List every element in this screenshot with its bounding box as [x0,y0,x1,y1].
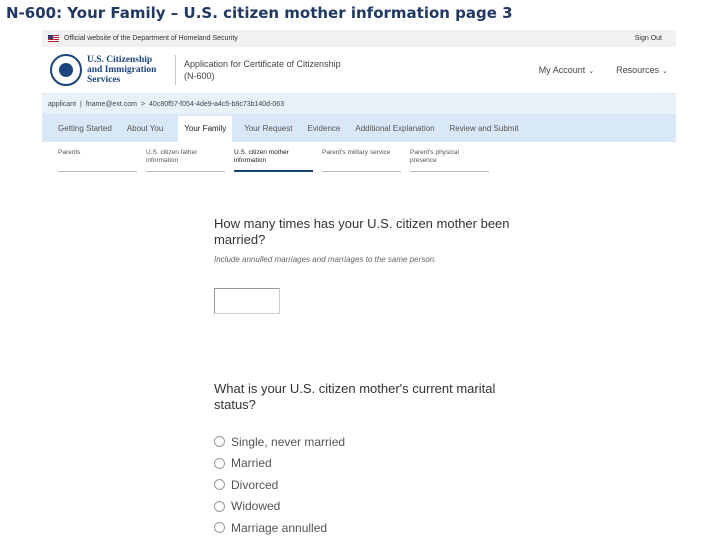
header-divider [175,55,176,85]
subtab-label: Parent's physical [410,149,459,156]
radio-button[interactable] [214,436,225,448]
question-marital-status-title: What is your U.S. citizen mother's curre… [214,381,496,412]
tab-additional-explanation[interactable]: Additional Explanation [355,124,441,142]
subtab-label: Parent's military service [322,149,391,156]
dhs-seal-icon [50,54,82,86]
question-times-married-title: How many times has your U.S. citizen mot… [214,216,510,247]
main-tabs: Getting Started About You Your Family Yo… [42,114,676,142]
radio-label: Divorced [231,477,279,492]
my-account-menu[interactable]: My Account ⌄ [539,65,594,75]
separator: > [140,100,146,108]
radio-option-married[interactable]: Married [214,453,345,475]
subtab-label: U.S. citizen mother [234,149,289,156]
question-marital-status: What is your U.S. citizen mother's curre… [214,381,514,413]
gov-banner: Official website of the Department of Ho… [42,30,676,47]
agency-line-2: and Immigration [87,65,157,75]
radio-label: Single, never married [231,434,346,449]
radio-option-annulled[interactable]: Marriage annulled [214,517,345,539]
tab-your-family[interactable]: Your Family [178,116,233,142]
tab-about-you[interactable]: About You [127,124,170,142]
question-times-married: How many times has your U.S. citizen mot… [214,216,514,264]
subtab-label: information [234,157,267,164]
radio-option-divorced[interactable]: Divorced [214,474,345,496]
resources-menu[interactable]: Resources ⌄ [616,65,668,75]
chevron-down-icon: ⌄ [588,68,595,75]
subtab-label: U.S. citizen father [146,149,198,156]
site-header: U.S. Citizenship and Immigration Service… [42,47,676,94]
sign-out-link[interactable]: Sign Out [635,35,662,42]
application-title-line-2: (N-600) [184,71,215,81]
application-title-line-1: Application for Certificate of Citizensh… [184,59,341,69]
gov-banner-text: Official website of the Department of Ho… [64,35,238,42]
chevron-down-icon: ⌄ [662,68,668,75]
radio-label: Married [231,456,272,471]
marital-status-options: Single, never married Married Divorced W… [214,431,345,539]
screenshot-frame: Official website of the Department of Ho… [42,30,676,540]
account-breadcrumb: applicant | fname@ext.com > 40c80f57-f05… [42,94,676,114]
question-times-married-hint: Include annulled marriages and marriages… [214,255,437,264]
receipt-number: 40c80f57-f054-4de9-a4c5-b8c73b140d-063 [149,100,285,108]
applicant-email: fname@ext.com [85,100,137,108]
times-married-input[interactable] [214,288,280,314]
applicant-label: applicant [48,100,77,108]
subtab-label: presence [410,157,437,164]
application-title: Application for Certificate of Citizensh… [184,58,384,82]
subtab-label: Parents [58,149,81,156]
subtab-parents[interactable]: Parents [58,146,137,172]
us-flag-icon [48,35,59,42]
radio-label: Marriage annulled [231,520,328,535]
subtab-parents-physical-presence[interactable]: Parent's physical presence [410,146,489,172]
subtab-parents-military-service[interactable]: Parent's military service [322,146,401,172]
radio-option-widowed[interactable]: Widowed [214,496,345,518]
agency-logo-text[interactable]: U.S. Citizenship and Immigration Service… [87,55,169,85]
tab-review-and-submit[interactable]: Review and Submit [450,124,526,142]
subtab-label: information [146,157,179,164]
subtab-us-citizen-mother[interactable]: U.S. citizen mother information [234,146,313,172]
sub-tabs: Parents U.S. citizen father information … [58,146,498,172]
my-account-label: My Account [538,65,586,75]
tab-getting-started[interactable]: Getting Started [58,124,119,142]
radio-button[interactable] [214,522,225,534]
subtab-us-citizen-father[interactable]: U.S. citizen father information [146,146,225,172]
radio-button[interactable] [214,457,225,469]
radio-option-single[interactable]: Single, never married [214,431,345,453]
agency-line-1: U.S. Citizenship [87,55,153,65]
slide-title: N-600: Your Family – U.S. citizen mother… [6,4,513,22]
radio-label: Widowed [231,499,281,514]
radio-button[interactable] [214,479,225,491]
resources-label: Resources [616,65,660,75]
tab-evidence[interactable]: Evidence [307,124,347,142]
separator: | [80,100,82,108]
tab-your-request[interactable]: Your Request [244,124,299,142]
radio-button[interactable] [214,500,225,512]
agency-line-3: Services [87,75,121,85]
